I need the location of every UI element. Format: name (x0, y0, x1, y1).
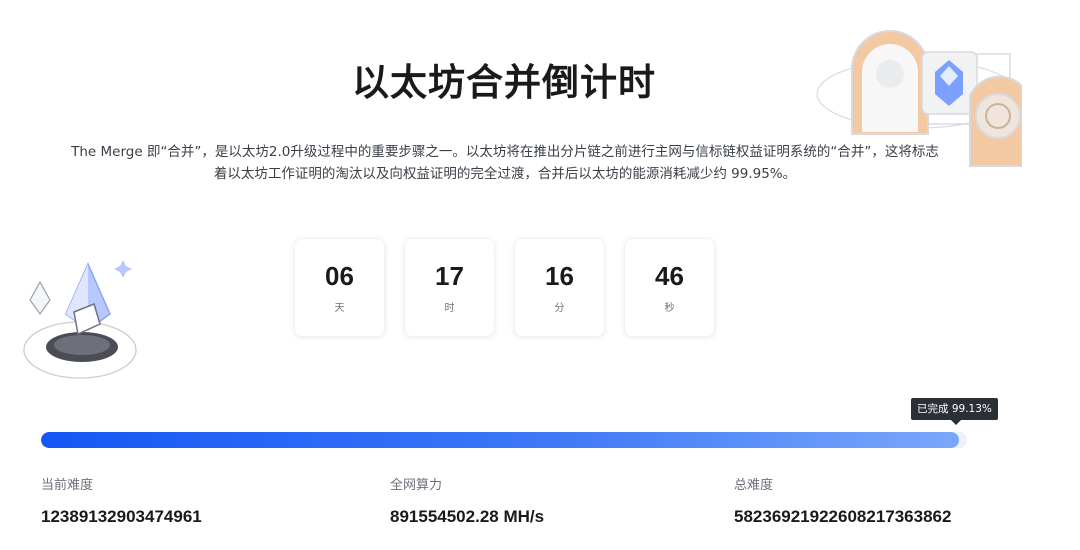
progress-tooltip-arrow (951, 420, 961, 425)
countdown-seconds-unit: 秒 (664, 303, 675, 314)
progress-tooltip: 已完成 99.13% (911, 398, 998, 420)
stat-total-difficulty-value: 58236921922608217363862 (734, 507, 952, 526)
countdown-days-value: 06 (325, 261, 354, 291)
countdown-seconds: 46 秒 (624, 238, 715, 337)
countdown-days-unit: 天 (334, 303, 345, 314)
stat-hashrate: 全网算力 891554502.28 MH/s (390, 478, 544, 527)
stat-hashrate-label: 全网算力 (390, 478, 443, 493)
countdown-days: 06 天 (294, 238, 385, 337)
countdown-minutes-unit: 分 (554, 303, 565, 314)
merge-description: The Merge 即“合并”，是以太坊2.0升级过程中的重要步骤之一。以太坊将… (30, 141, 980, 185)
stat-current-difficulty: 当前难度 12389132903474961 (41, 478, 202, 527)
merge-progress-fill (41, 432, 959, 448)
description-line-1: The Merge 即“合并”，是以太坊2.0升级过程中的重要步骤之一。以太坊将… (71, 144, 939, 160)
merge-progress-bar (41, 432, 967, 448)
countdown-hours: 17 时 (404, 238, 495, 337)
stat-total-difficulty-label: 总难度 (734, 478, 774, 493)
description-line-2: 着以太坊工作证明的淘汰以及向权益证明的完全过渡，合并后以太坊的能源消耗减少约 9… (213, 166, 797, 182)
stat-current-difficulty-label: 当前难度 (41, 478, 94, 493)
stat-hashrate-value: 891554502.28 MH/s (390, 507, 545, 526)
page-title: 以太坊合并倒计时 (352, 61, 656, 104)
countdown-minutes-value: 16 (545, 261, 574, 291)
ethereum-crystal-icon (23, 260, 137, 379)
countdown-minutes: 16 分 (514, 238, 605, 337)
stat-current-difficulty-value: 12389132903474961 (41, 507, 202, 526)
countdown-hours-unit: 时 (444, 303, 455, 314)
countdown-hours-value: 17 (435, 261, 464, 291)
countdown: 06 天 17 时 16 分 46 秒 (294, 238, 715, 337)
countdown-seconds-value: 46 (655, 261, 684, 291)
stat-total-difficulty: 总难度 58236921922608217363862 (734, 478, 951, 527)
